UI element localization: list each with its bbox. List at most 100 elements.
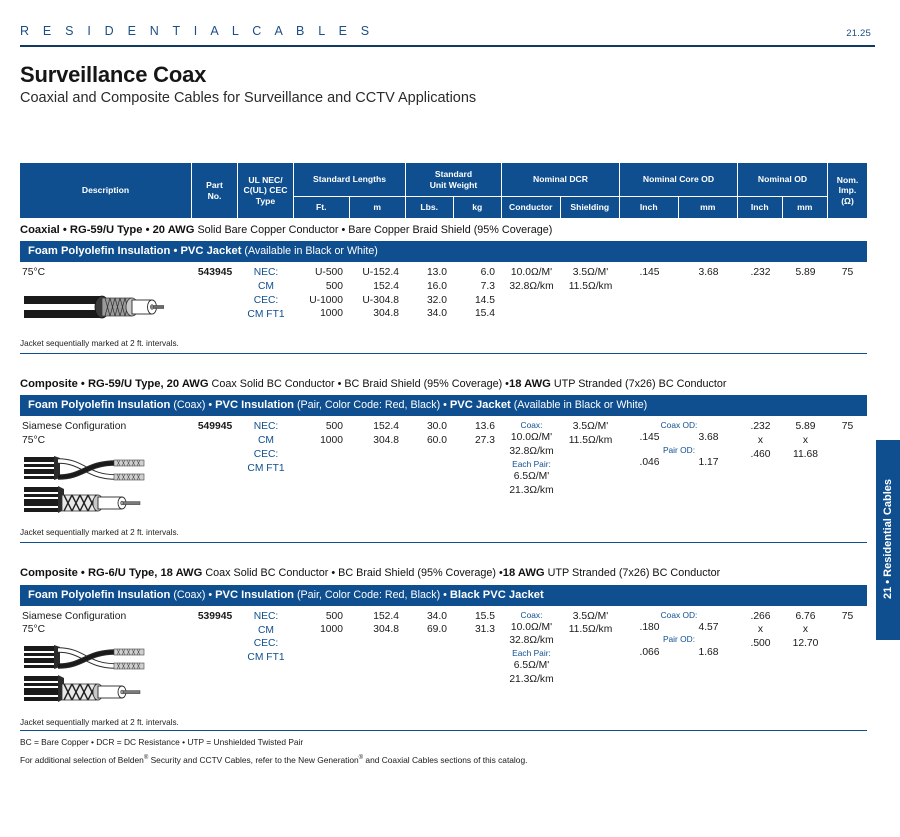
header-label-unit-weight-line2: Unit Weight — [429, 179, 478, 190]
core-od-mm-pair: 1.17 — [698, 457, 719, 469]
section-band-bold-3: PVC Jacket — [449, 399, 511, 412]
header-label-od-inch: Inch — [738, 196, 782, 218]
cell-ul-type: NEC: CM CEC: CM FT1 — [238, 420, 294, 523]
header-col-description: Description — [20, 163, 192, 218]
cell-lengths-m: U-152.4 152.4 U-304.8 304.8 — [350, 266, 406, 333]
section-heading-light: Solid Bare Copper Conductor • Bare Coppe… — [194, 224, 553, 236]
section-construction-band: Foam Polyolefin Insulation (Coax) • PVC … — [20, 584, 867, 606]
cell-weight-kg: 13.6 27.3 — [454, 420, 502, 523]
core-od-label-pair: Pair OD: — [662, 445, 696, 456]
core-od-label-coax: Coax OD: — [660, 420, 698, 431]
value-line: 15.4 — [474, 308, 495, 320]
ul-type-line: NEC: — [253, 610, 279, 622]
header-label-standard-lengths: Standard Lengths — [312, 174, 387, 185]
value-line: 34.0 — [426, 610, 447, 622]
section-divider — [20, 352, 867, 354]
value-line: 1000 — [320, 308, 343, 320]
cell-dcr-conductor: 10.0Ω/M' 32.8Ω/km — [502, 266, 561, 333]
value-line: 32.8Ω/km — [509, 635, 554, 647]
table-row: Siamese Configuration 75°C — [20, 606, 867, 713]
value-line: 1000 — [320, 434, 343, 446]
core-od-label-pair: Pair OD: — [662, 634, 696, 645]
core-od-inch-pair: .066 — [639, 646, 660, 658]
cell-lengths-ft: U-500 500 U-1000 1000 — [294, 266, 350, 333]
catalog-page: R E S I D E N T I A L C A B L E S 21.25 … — [0, 0, 900, 837]
cell-od-mm: 6.76 x 12.70 — [783, 610, 828, 713]
siamese-cable-icon — [24, 644, 145, 702]
value-line: 152.4 — [373, 421, 399, 433]
value-line: 32.8Ω/km — [509, 446, 554, 458]
spec-table-header: Description Part No. UL NEC/ C(UL) CEC T… — [20, 163, 867, 218]
core-od-inch-coax: .145 — [639, 432, 660, 444]
section-note: Jacket sequentially marked at 2 ft. inte… — [20, 528, 179, 538]
cell-dcr-shielding: 3.5Ω/M' 11.5Ω/km — [561, 610, 620, 713]
section-divider — [20, 542, 867, 544]
section-band-bold-3: Black PVC Jacket — [449, 588, 544, 601]
cell-temp-rating: 75°C — [22, 434, 46, 446]
header-col-unit-weight: Standard Unit Weight Lbs. kg — [406, 163, 502, 218]
value-line: 3.5Ω/M' — [572, 421, 609, 433]
header-label-imp-line3: (Ω) — [841, 195, 854, 206]
page-folio: 21.25 — [846, 28, 871, 39]
ul-type-line: CM — [257, 435, 274, 447]
cell-lengths-m: 152.4 304.8 — [350, 420, 406, 523]
cell-impedance: 75 — [841, 421, 854, 433]
header-label-nominal-od: Nominal OD — [757, 174, 808, 185]
section-band-bold: Foam Polyolefin Insulation — [28, 399, 171, 412]
core-od-label-coax: Coax OD: — [660, 609, 698, 620]
value-line: .500 — [750, 637, 771, 649]
value-line: U-500 — [314, 267, 343, 279]
cell-part-no: 549945 — [197, 421, 233, 433]
section-band-light: (Coax) • — [170, 399, 216, 412]
footnote-abbreviations: BC = Bare Copper • DCR = DC Resistance •… — [20, 736, 304, 747]
value-label: Coax: — [520, 420, 543, 431]
cell-weight-kg: 15.5 31.3 — [454, 610, 502, 713]
cell-od-inch: .232 — [738, 266, 783, 333]
value-label: Coax: — [520, 609, 543, 620]
cell-temp-rating: 75°C — [22, 267, 46, 279]
value-line: 13.0 — [426, 267, 447, 279]
siamese-cable-icon — [24, 455, 145, 513]
value-line: U-304.8 — [362, 294, 399, 306]
value-line: 69.0 — [426, 624, 447, 636]
cell-dcr-shielding: 3.5Ω/M' 11.5Ω/km — [561, 420, 620, 523]
value-line: 3.5Ω/M' — [572, 267, 609, 279]
header-label-od-mm: mm — [782, 196, 827, 218]
cell-weight-lbs: 13.0 16.0 32.0 34.0 — [406, 266, 454, 333]
value-line: 1000 — [320, 624, 343, 636]
cell-core-od-inch: .145 — [620, 266, 679, 333]
cell-ul-type: NEC: CM CEC: CM FT1 — [238, 266, 294, 333]
cross-ref-part-3: and Coaxial Cables sections of this cata… — [363, 754, 528, 765]
core-od-mm-coax: 4.57 — [698, 621, 719, 633]
section-band-light: (Available in Black or White) — [241, 245, 378, 258]
footnote-cross-reference: For additional selection of Belden® Secu… — [20, 747, 867, 765]
value-line: 21.3Ω/km — [509, 484, 554, 496]
cell-dcr-shielding: 3.5Ω/M' 11.5Ω/km — [561, 266, 620, 333]
cell-weight-kg: 6.0 7.3 14.5 15.4 — [454, 266, 502, 333]
ul-type-line: CM FT1 — [247, 652, 285, 664]
cell-dcr-conductor: Coax: 10.0Ω/M' 32.8Ω/km Each Pair: 6.5Ω/… — [502, 420, 561, 523]
product-section: Composite • RG-59/U Type, 20 AWG Coax So… — [20, 372, 867, 544]
value-line: 500 — [325, 421, 343, 433]
section-side-tab: 21 • Residential Cables — [876, 440, 900, 640]
cable-illustration-siamese — [20, 453, 192, 524]
section-heading-light-2: UTP Stranded (7x26) BC Conductor — [550, 377, 727, 390]
header-label-ul-line1: UL NEC/ — [248, 175, 283, 186]
value-line: 13.6 — [474, 421, 495, 433]
value-line: 6.5Ω/M' — [513, 470, 550, 482]
product-section: Coaxial • RG-59/U Type • 20 AWG Solid Ba… — [20, 218, 867, 354]
cell-ul-type: NEC: CM CEC: CM FT1 — [238, 610, 294, 713]
header-col-nominal-od: Nominal OD Inch mm — [738, 163, 828, 218]
value-line: 152.4 — [373, 610, 399, 622]
header-col-core-od-mm: mm — [678, 196, 737, 218]
value-line: 304.8 — [373, 434, 399, 446]
header-label-ul-line2: C(UL) CEC — [243, 185, 288, 196]
header-label-nominal-core-od: Nominal Core OD — [642, 174, 715, 185]
value-line: 11.5Ω/km — [568, 281, 613, 293]
header-label-ul-line3: Type — [255, 195, 276, 206]
header-col-lengths-m: m — [349, 196, 405, 218]
value-line: U-1000 — [309, 294, 343, 306]
header-col-nominal-dcr: Nominal DCR Conductor Shielding — [502, 163, 620, 218]
cross-ref-part-1: For additional selection of Belden — [20, 754, 144, 765]
cell-od-mm: 5.89 x 11.68 — [783, 420, 828, 523]
